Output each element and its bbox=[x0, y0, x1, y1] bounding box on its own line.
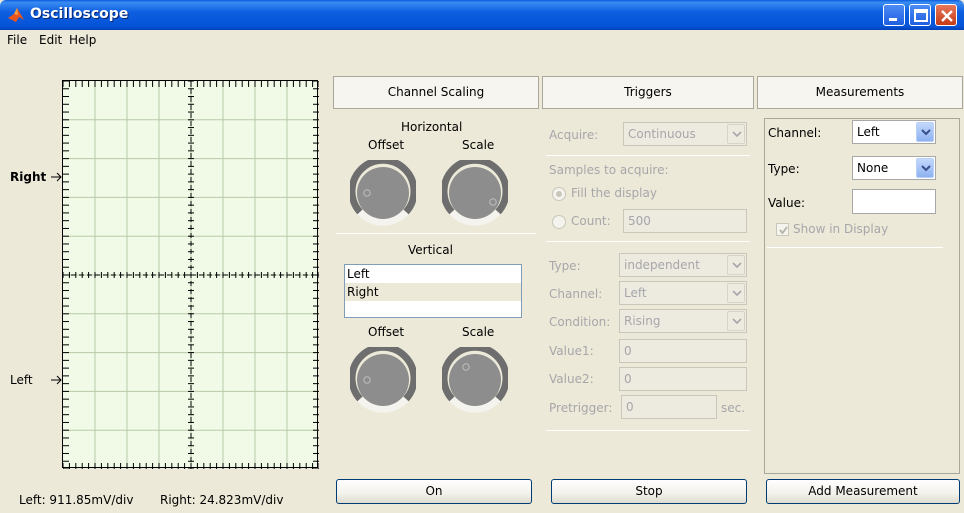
h-scale-knob[interactable] bbox=[442, 160, 508, 226]
menu-file[interactable]: File bbox=[7, 33, 27, 47]
scope-display[interactable] bbox=[62, 80, 320, 470]
divider bbox=[546, 430, 750, 431]
window-title: Oscilloscope bbox=[30, 6, 129, 22]
channel-scaling-header: Channel Scaling bbox=[333, 76, 539, 109]
v-offset-label: Offset bbox=[368, 325, 405, 339]
oscilloscope-window: Oscilloscope File Edit Help Right Left L… bbox=[0, 0, 964, 513]
acquire-dropdown[interactable]: Continuous bbox=[623, 122, 747, 146]
value2-input[interactable]: 0 bbox=[619, 367, 747, 391]
pretrigger-unit: sec. bbox=[721, 401, 746, 415]
right-channel-label: Right bbox=[10, 170, 47, 184]
acquire-label: Acquire: bbox=[549, 128, 599, 142]
add-measurement-button[interactable]: Add Measurement bbox=[766, 479, 960, 504]
on-button[interactable]: On bbox=[336, 479, 532, 504]
v-offset-knob[interactable] bbox=[350, 347, 416, 413]
value1-input[interactable]: 0 bbox=[619, 339, 747, 363]
right-marker-icon bbox=[51, 172, 62, 182]
samples-label: Samples to acquire: bbox=[549, 163, 669, 177]
meas-channel-value: Left bbox=[857, 125, 880, 139]
value2-label: Value2: bbox=[549, 372, 594, 386]
left-channel-label: Left bbox=[10, 373, 33, 387]
meas-channel-dropdown[interactable]: Left bbox=[852, 120, 936, 144]
trig-channel-value: Left bbox=[624, 286, 647, 300]
pretrigger-label: Pretrigger: bbox=[549, 401, 613, 415]
chevron-down-icon bbox=[916, 158, 934, 178]
right-readout: Right: 24.823mV/div bbox=[160, 493, 284, 507]
divider bbox=[336, 233, 536, 234]
divider bbox=[767, 247, 943, 248]
triggers-header: Triggers bbox=[542, 76, 754, 109]
menu-bar: File Edit Help bbox=[0, 30, 964, 50]
meas-channel-label: Channel: bbox=[768, 126, 822, 140]
type-label: Type: bbox=[549, 259, 581, 273]
fill-radio[interactable] bbox=[552, 187, 566, 201]
close-icon bbox=[941, 10, 953, 22]
h-offset-label: Offset bbox=[368, 138, 405, 152]
list-item[interactable]: Left bbox=[345, 265, 521, 283]
chevron-down-icon bbox=[916, 122, 934, 142]
left-marker-icon bbox=[51, 375, 62, 385]
channel-listbox[interactable]: Left Right bbox=[344, 264, 522, 318]
show-in-display-label: Show in Display bbox=[793, 222, 889, 236]
h-offset-knob[interactable] bbox=[350, 160, 416, 226]
title-bar[interactable]: Oscilloscope bbox=[0, 0, 964, 30]
chevron-down-icon bbox=[727, 255, 745, 275]
v-scale-knob[interactable] bbox=[442, 347, 508, 413]
acquire-value: Continuous bbox=[628, 127, 696, 141]
type-value: independent bbox=[624, 258, 700, 272]
maximize-icon bbox=[914, 9, 928, 22]
chevron-down-icon bbox=[727, 311, 745, 331]
left-readout: Left: 911.85mV/div bbox=[19, 493, 134, 507]
vertical-label: Vertical bbox=[408, 243, 453, 257]
value1-label: Value1: bbox=[549, 344, 594, 358]
meas-value-input[interactable] bbox=[852, 189, 936, 214]
minimize-icon bbox=[889, 18, 897, 21]
minimize-button[interactable] bbox=[883, 4, 905, 26]
scope-grid bbox=[62, 80, 320, 470]
h-scale-label: Scale bbox=[462, 138, 495, 152]
chevron-down-icon bbox=[727, 124, 745, 144]
horizontal-label: Horizontal bbox=[401, 120, 463, 134]
meas-type-value: None bbox=[857, 161, 889, 175]
condition-dropdown[interactable]: Rising bbox=[619, 309, 747, 333]
stop-button[interactable]: Stop bbox=[551, 479, 747, 504]
divider bbox=[546, 155, 750, 156]
menu-help[interactable]: Help bbox=[69, 33, 96, 47]
count-label: Count: bbox=[571, 214, 611, 228]
close-button[interactable] bbox=[935, 4, 957, 26]
v-scale-label: Scale bbox=[462, 325, 495, 339]
meas-value-label: Value: bbox=[768, 196, 805, 210]
meas-type-label: Type: bbox=[768, 162, 800, 176]
condition-label: Condition: bbox=[549, 315, 611, 329]
fill-label: Fill the display bbox=[571, 186, 657, 200]
maximize-button[interactable] bbox=[909, 4, 931, 26]
meas-type-dropdown[interactable]: None bbox=[852, 156, 936, 180]
pretrigger-input[interactable]: 0 bbox=[621, 395, 717, 419]
list-item-selected[interactable]: Right bbox=[345, 283, 521, 301]
trig-channel-label: Channel: bbox=[549, 287, 603, 301]
menu-edit[interactable]: Edit bbox=[39, 33, 62, 47]
type-dropdown[interactable]: independent bbox=[619, 253, 747, 277]
count-radio[interactable] bbox=[552, 215, 566, 229]
count-input[interactable]: 500 bbox=[623, 209, 747, 233]
show-in-display-checkbox[interactable] bbox=[776, 223, 789, 236]
divider bbox=[546, 241, 750, 242]
chevron-down-icon bbox=[727, 283, 745, 303]
condition-value: Rising bbox=[624, 314, 661, 328]
trig-channel-dropdown[interactable]: Left bbox=[619, 281, 747, 305]
matlab-icon bbox=[8, 8, 24, 22]
checkmark-icon bbox=[779, 226, 788, 235]
measurements-header: Measurements bbox=[757, 76, 963, 109]
